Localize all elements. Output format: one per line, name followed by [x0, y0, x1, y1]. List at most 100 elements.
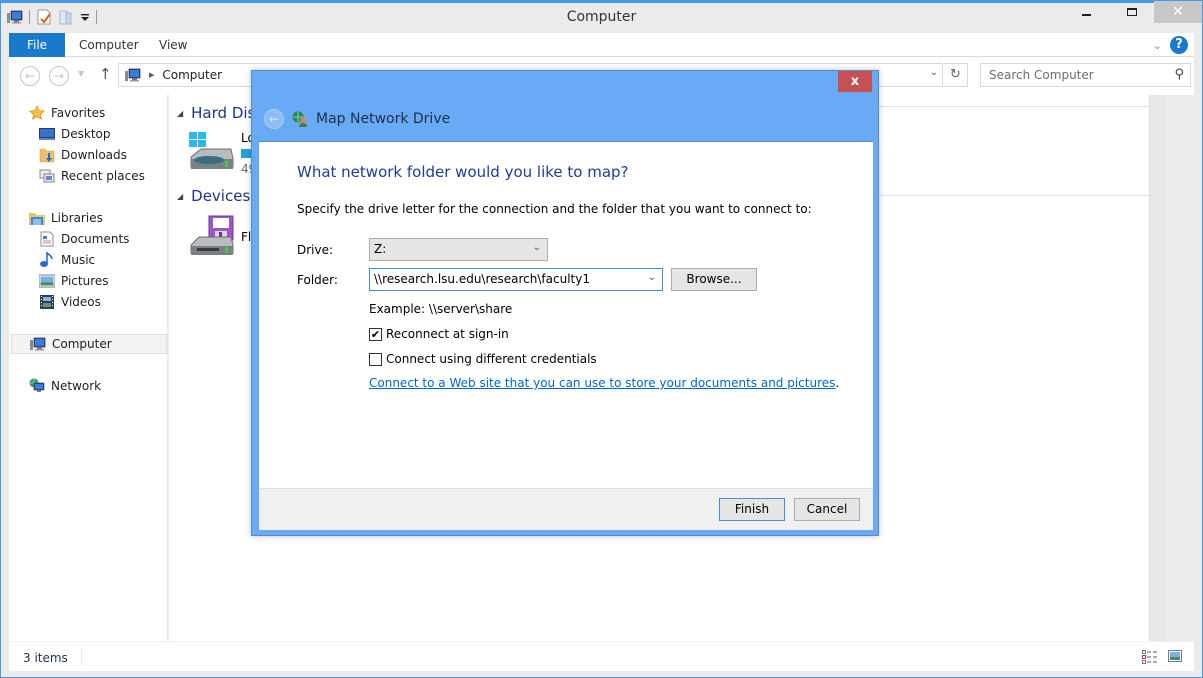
dialog-question: What network folder would you like to ma… [297, 163, 629, 181]
downloads-icon [39, 147, 55, 163]
nav-recent-places[interactable]: Recent places [39, 166, 145, 186]
dialog-footer: Finish Cancel [259, 488, 873, 530]
map-network-drive-dialog: x ← Map Network Drive What network folde… [251, 70, 879, 536]
maximize-icon [1126, 8, 1137, 16]
close-icon: x [850, 74, 860, 89]
nav-downloads-label: Downloads [61, 148, 127, 162]
pictures-icon [38, 273, 56, 289]
search-input[interactable]: Search Computer ⚲ [980, 63, 1191, 87]
chevron-down-icon: ⌄ [532, 242, 541, 253]
nav-desktop[interactable]: Desktop [39, 124, 111, 144]
details-view-icon[interactable] [1142, 650, 1158, 667]
nav-pictures-label: Pictures [61, 274, 109, 288]
web-site-link-row: Connect to a Web site that you can use t… [369, 376, 839, 390]
dialog-back-button[interactable]: ← [264, 109, 284, 129]
nav-favorites[interactable]: Favorites [29, 103, 105, 123]
nav-music[interactable]: Music [39, 250, 95, 270]
tab-computer[interactable]: Computer [79, 33, 139, 57]
drive-label: Drive: [297, 243, 334, 257]
link-suffix: . [835, 376, 840, 390]
nav-desktop-label: Desktop [61, 127, 111, 141]
ribbon: File Computer View ⌄ ? [9, 33, 1194, 57]
web-site-link[interactable]: Connect to a Web site that you can use t… [369, 376, 835, 390]
search-placeholder: Search Computer [989, 68, 1094, 82]
breadcrumb: ▶ Computer [125, 67, 222, 83]
large-icons-view-icon[interactable] [1168, 650, 1182, 667]
minimize-icon [1082, 14, 1091, 16]
finish-button[interactable]: Finish [719, 498, 785, 521]
computer-icon [30, 336, 46, 352]
nav-network[interactable]: Network [29, 376, 101, 396]
recent-places-icon [39, 168, 55, 184]
nav-computer-label: Computer [52, 337, 112, 351]
back-arrow-icon: ← [24, 69, 36, 83]
nav-videos[interactable]: Videos [39, 292, 101, 312]
nav-libraries-label: Libraries [51, 211, 103, 225]
tab-file[interactable]: File [9, 33, 65, 57]
status-bar: 3 items [9, 641, 1194, 671]
dialog-header: ← Map Network Drive [264, 109, 450, 129]
folder-value: \\research.lsu.edu\research\faculty1 [374, 272, 590, 286]
back-button[interactable]: ← [20, 66, 40, 86]
forward-button[interactable]: → [49, 66, 69, 86]
computer-icon [125, 67, 141, 83]
forward-arrow-icon: → [53, 69, 65, 83]
nav-music-label: Music [61, 253, 96, 267]
nav-libraries[interactable]: Libraries [29, 208, 103, 228]
dialog-close-button[interactable]: x [838, 71, 872, 92]
minimize-button[interactable] [1064, 1, 1109, 23]
collapse-triangle-icon: ◢ [177, 108, 184, 118]
refresh-button[interactable]: ↻ [944, 63, 968, 87]
checkbox-checked[interactable]: ✔ [369, 327, 382, 341]
nav-network-label: Network [51, 379, 102, 393]
close-button[interactable]: ✕ [1154, 1, 1202, 23]
tab-view[interactable]: View [159, 33, 187, 57]
star-icon [29, 105, 45, 121]
dialog-instructions: Specify the drive letter for the connect… [297, 202, 812, 216]
window-title: Computer [566, 9, 637, 25]
nav-downloads[interactable]: Downloads [39, 145, 127, 165]
music-icon [39, 251, 55, 268]
vertical-scrollbar[interactable] [1149, 95, 1166, 641]
breadcrumb-separator-icon[interactable]: ▶ [149, 71, 154, 79]
folder-input[interactable]: \\research.lsu.edu\research\faculty1 ⌄ [369, 268, 663, 291]
chevron-down-icon[interactable]: ⌄ [648, 272, 656, 283]
back-arrow-icon: ← [268, 112, 280, 126]
close-icon: ✕ [1172, 4, 1184, 20]
ribbon-right: ⌄ ? [1153, 36, 1188, 54]
chevron-down-icon[interactable]: ⌄ [1153, 39, 1162, 52]
reconnect-checkbox[interactable]: ✔ Reconnect at sign-in [369, 327, 509, 341]
libraries-icon [29, 210, 45, 226]
cancel-button[interactable]: Cancel [794, 498, 860, 521]
credentials-checkbox[interactable]: Connect using different credentials [369, 352, 597, 366]
hard-drive-icon [187, 131, 237, 178]
credentials-label: Connect using different credentials [386, 352, 597, 366]
dialog-title: Map Network Drive [316, 111, 451, 127]
nav-recent-places-label: Recent places [61, 169, 145, 183]
item-count: 3 items [23, 651, 68, 665]
desktop-icon [39, 126, 55, 142]
documents-icon [39, 231, 55, 247]
breadcrumb-computer[interactable]: Computer [162, 68, 222, 82]
nav-pictures[interactable]: Pictures [38, 271, 109, 291]
maximize-button[interactable] [1109, 1, 1154, 23]
browse-button[interactable]: Browse... [671, 268, 757, 291]
address-dropdown-icon[interactable]: ⌄ [930, 67, 938, 78]
drive-select[interactable]: Z: ⌄ [369, 238, 548, 261]
drive-name: Fl [241, 230, 252, 244]
up-arrow-icon[interactable]: ↑ [99, 65, 112, 83]
checkbox-unchecked[interactable] [369, 352, 382, 366]
folder-example: Example: \\server\share [369, 302, 513, 316]
network-drive-icon [292, 111, 308, 127]
refresh-icon: ↻ [950, 67, 961, 82]
help-button[interactable]: ? [1170, 36, 1188, 54]
collapse-triangle-icon: ◢ [177, 191, 184, 201]
nav-computer[interactable]: Computer [11, 334, 167, 354]
nav-documents[interactable]: Documents [39, 229, 129, 249]
floppy-drive-icon [187, 215, 237, 262]
title-bar: Computer ✕ [1, 1, 1202, 33]
dialog-body: What network folder would you like to ma… [259, 141, 873, 489]
drive-value: Z: [374, 242, 387, 256]
search-icon: ⚲ [1174, 67, 1184, 82]
recent-locations-icon[interactable]: ▼ [78, 69, 84, 78]
